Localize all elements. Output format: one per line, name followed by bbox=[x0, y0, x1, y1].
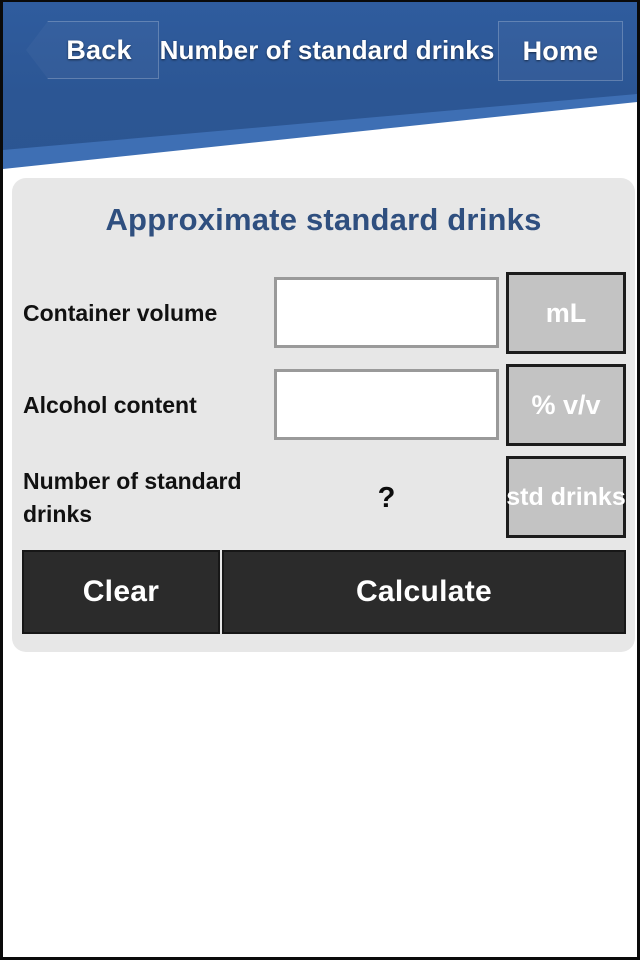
form-row-standard-drinks: Number of standard drinks ? std drinks bbox=[12, 455, 635, 541]
label-container-volume: Container volume bbox=[23, 300, 218, 327]
unit-button-percent-vv[interactable]: % v/v bbox=[506, 364, 626, 446]
unit-button-ml-label: mL bbox=[545, 297, 587, 328]
calculate-button[interactable]: Calculate bbox=[222, 550, 626, 634]
unit-button-percent-vv-label: % v/v bbox=[531, 389, 601, 420]
form-row-alcohol-content: Alcohol content % v/v bbox=[12, 363, 635, 449]
page-title: Number of standard drinks bbox=[159, 21, 495, 79]
app-window: Back Number of standard drinks Home Appr… bbox=[0, 0, 640, 960]
form-row-container-volume: Container volume mL bbox=[12, 271, 635, 357]
action-bar: Clear Calculate bbox=[12, 550, 635, 642]
standard-drinks-result: ? bbox=[377, 481, 396, 514]
alcohol-content-input[interactable] bbox=[274, 369, 499, 440]
clear-button[interactable]: Clear bbox=[22, 550, 220, 634]
unit-button-std-drinks[interactable]: std drinks bbox=[506, 456, 626, 538]
unit-button-std-drinks-label: std drinks bbox=[506, 482, 626, 511]
label-alcohol-content: Alcohol content bbox=[23, 392, 197, 419]
unit-button-ml[interactable]: mL bbox=[506, 272, 626, 354]
clear-button-label: Clear bbox=[82, 575, 160, 608]
card-title: Approximate standard drinks bbox=[105, 202, 542, 237]
label-standard-drinks: Number of standard drinks bbox=[23, 467, 242, 527]
calculate-button-label: Calculate bbox=[355, 575, 493, 608]
app-header: Back Number of standard drinks Home bbox=[3, 2, 637, 172]
back-button[interactable]: Back bbox=[26, 21, 159, 79]
back-button-label: Back bbox=[66, 34, 132, 65]
home-button-label: Home bbox=[522, 35, 599, 66]
page-title-text: Number of standard drinks bbox=[159, 34, 495, 65]
home-button[interactable]: Home bbox=[498, 21, 623, 81]
navigation-bar: Back Number of standard drinks Home bbox=[3, 2, 637, 98]
container-volume-input[interactable] bbox=[274, 277, 499, 348]
calculator-card: Approximate standard drinks Container vo… bbox=[12, 178, 635, 652]
empty-content-area bbox=[3, 652, 637, 957]
